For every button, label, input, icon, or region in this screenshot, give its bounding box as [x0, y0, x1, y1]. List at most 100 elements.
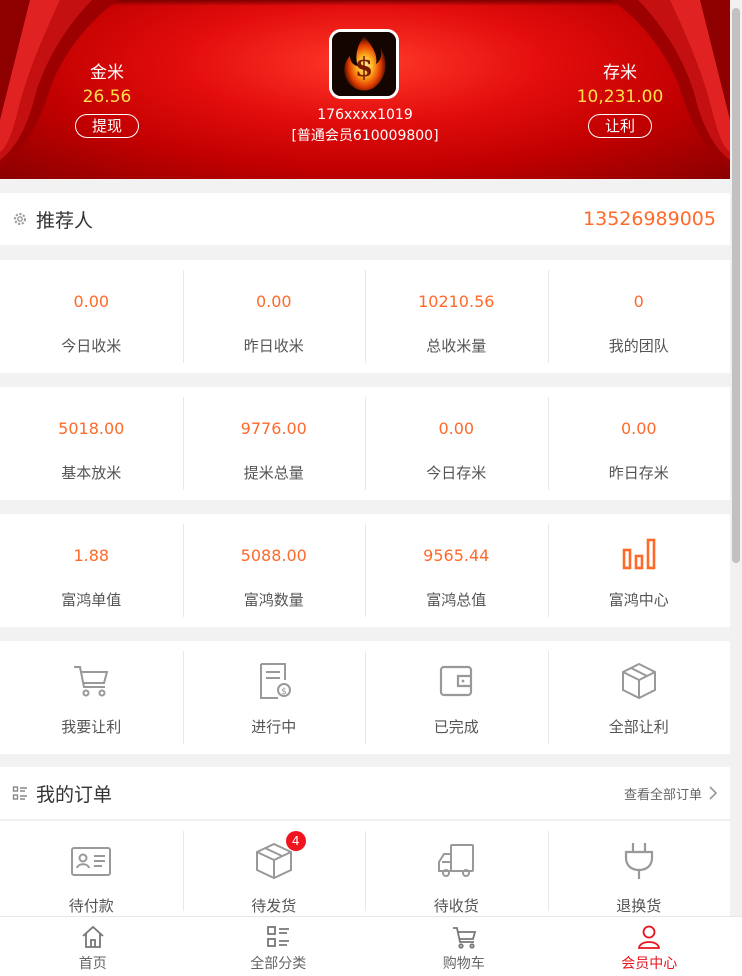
fire-dollar-icon: $ — [332, 32, 396, 96]
order-pending-shipment[interactable]: 4 待发货 — [182, 821, 366, 916]
stat-total-withdrawn[interactable]: 9776.00 提米总量 — [182, 387, 366, 500]
tab-member-center[interactable]: 会员中心 — [557, 917, 742, 976]
stat-yesterday-income[interactable]: 0.00 昨日收米 — [182, 260, 366, 373]
view-all-orders-link[interactable]: 查看全部订单 — [624, 784, 718, 803]
stat-value: 0.00 — [620, 419, 657, 438]
stat-label: 昨日存米 — [608, 464, 669, 482]
my-orders-header: 我的订单 查看全部订单 — [0, 767, 730, 820]
tab-label: 购物车 — [442, 956, 485, 972]
stat-label: 富鸿单值 — [61, 591, 122, 609]
stat-fuhong-unit-value[interactable]: 1.88 富鸿单值 — [0, 514, 183, 627]
order-label: 待收货 — [433, 897, 479, 915]
order-pending-receipt[interactable]: 待收货 — [365, 821, 548, 916]
gold-rice-label: 金米 — [90, 63, 124, 83]
stat-fuhong-quantity[interactable]: 5088.00 富鸿数量 — [182, 514, 366, 627]
referrer-label: 推荐人 — [36, 209, 94, 232]
stat-label: 富鸿中心 — [608, 591, 669, 609]
invoice-icon: $ — [252, 659, 296, 703]
order-label: 退换货 — [616, 897, 662, 915]
fuhong-center-link[interactable]: 富鸿中心 — [547, 514, 731, 627]
stat-label: 今日收米 — [61, 337, 122, 355]
stat-today-stored[interactable]: 0.00 今日存米 — [365, 387, 548, 500]
box-icon — [617, 659, 661, 703]
stored-rice-label: 存米 — [603, 63, 637, 83]
stored-rice-value: 10,231.00 — [576, 87, 664, 107]
stat-label: 提米总量 — [243, 464, 304, 482]
member-header: 金米 26.56 提现 $ 176xxxx1019 [普通会员610009800… — [0, 0, 730, 179]
stat-my-team[interactable]: 0 我的团队 — [547, 260, 731, 373]
fuhong-stats-grid: 1.88 富鸿单值 5088.00 富鸿数量 9565.44 富鸿总值 富鸿中心 — [0, 514, 730, 627]
order-label: 待付款 — [68, 897, 114, 915]
stat-value: 0.00 — [438, 419, 475, 438]
svg-text:$: $ — [355, 53, 373, 83]
tab-label: 首页 — [78, 956, 107, 972]
stat-fuhong-total-value[interactable]: 9565.44 富鸿总值 — [365, 514, 548, 627]
avatar[interactable]: $ — [329, 29, 399, 99]
cart-icon — [452, 927, 476, 949]
svg-text:$: $ — [281, 687, 287, 697]
stat-yesterday-stored[interactable]: 0.00 昨日存米 — [547, 387, 731, 500]
home-icon — [82, 925, 104, 948]
view-all-orders-label: 查看全部订单 — [623, 787, 702, 803]
category-icon — [267, 926, 290, 947]
order-label: 待发货 — [251, 897, 297, 915]
wallet-icon — [434, 659, 478, 703]
stat-label: 今日存米 — [426, 464, 487, 482]
action-want-concession[interactable]: 我要让利 — [0, 641, 183, 754]
action-completed[interactable]: 已完成 — [365, 641, 548, 754]
stat-value: 0.00 — [255, 292, 292, 311]
action-label: 全部让利 — [608, 718, 669, 736]
action-label: 已完成 — [433, 718, 479, 736]
order-status-grid: 待付款 4 待发货 待收货 退换货 — [0, 821, 730, 916]
income-stats-grid: 0.00 今日收米 0.00 昨日收米 10210.56 总收米量 0 我的团队 — [0, 260, 730, 373]
referrer-row: 推荐人 13526989005 — [0, 193, 730, 245]
stat-label: 总收米量 — [426, 337, 487, 355]
user-icon — [638, 925, 661, 949]
release-stats-grid: 5018.00 基本放米 9776.00 提米总量 0.00 今日存米 0.00… — [0, 387, 730, 500]
stat-value: 5088.00 — [240, 546, 307, 565]
stat-label: 富鸿数量 — [243, 591, 304, 609]
chevron-right-icon — [709, 786, 718, 800]
action-label: 我要让利 — [61, 718, 122, 736]
action-in-progress[interactable]: $ 进行中 — [182, 641, 366, 754]
stat-basic-release[interactable]: 5018.00 基本放米 — [0, 387, 183, 500]
stat-label: 我的团队 — [608, 337, 669, 355]
referrer-phone: 13526989005 — [583, 208, 716, 230]
tab-label: 全部分类 — [250, 956, 307, 972]
stat-value: 5018.00 — [58, 419, 125, 438]
stored-rice-balance: 存米 10,231.00 让利 — [545, 60, 695, 138]
pending-shipment-badge: 4 — [285, 831, 306, 851]
concession-button[interactable]: 让利 — [587, 114, 652, 138]
stat-label: 基本放米 — [61, 464, 122, 482]
order-returns[interactable]: 退换货 — [547, 821, 731, 916]
stat-total-income[interactable]: 10210.56 总收米量 — [365, 260, 548, 373]
list-icon — [12, 786, 27, 800]
stat-value: 9776.00 — [240, 419, 307, 438]
stat-value: 0 — [633, 292, 644, 311]
package-icon: 4 — [252, 831, 306, 883]
cart-icon — [69, 659, 113, 703]
tab-label: 会员中心 — [621, 956, 678, 972]
stat-value: 0.00 — [73, 292, 110, 311]
action-all-concessions[interactable]: 全部让利 — [547, 641, 731, 754]
tab-home[interactable]: 首页 — [0, 917, 186, 976]
stat-today-income[interactable]: 0.00 今日收米 — [0, 260, 183, 373]
tab-all-categories[interactable]: 全部分类 — [186, 917, 372, 976]
concession-actions-grid: 我要让利 $ 进行中 已完成 全部让利 — [0, 641, 730, 754]
plug-icon — [617, 839, 661, 883]
my-orders-title: 我的订单 — [36, 783, 113, 806]
vertical-scrollbar[interactable] — [730, 0, 742, 916]
stat-value: 1.88 — [73, 546, 110, 565]
scroll-area: 金米 26.56 提现 $ 176xxxx1019 [普通会员610009800… — [0, 0, 730, 916]
order-pending-payment[interactable]: 待付款 — [0, 821, 183, 916]
tab-shopping-cart[interactable]: 购物车 — [371, 917, 557, 976]
stat-value: 10210.56 — [418, 292, 495, 311]
id-card-icon — [69, 839, 113, 883]
bar-chart-icon — [617, 532, 661, 576]
stat-label: 昨日收米 — [243, 337, 304, 355]
action-label: 进行中 — [251, 718, 297, 736]
bottom-tab-bar: 首页 全部分类 购物车 会员中心 — [0, 916, 742, 976]
scrollbar-thumb[interactable] — [732, 8, 740, 563]
truck-icon — [434, 839, 478, 883]
stat-value: 9565.44 — [423, 546, 490, 565]
